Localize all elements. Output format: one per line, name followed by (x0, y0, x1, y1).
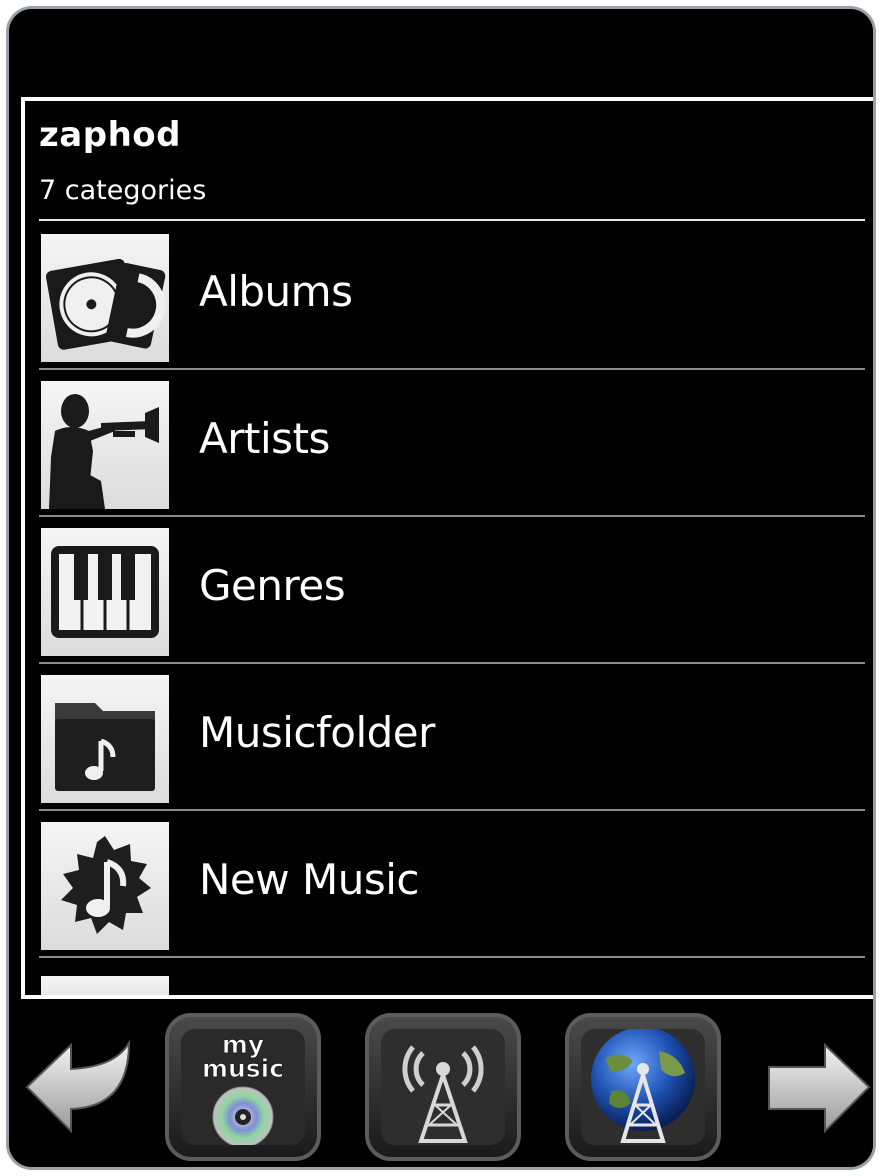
category-item-partial[interactable] (39, 960, 865, 995)
server-name: zaphod (39, 115, 181, 155)
browse-panel: zaphod 7 categories Albums Artists Genre… (21, 97, 873, 999)
category-item-genres[interactable]: Genres (39, 519, 865, 664)
category-label: Albums (199, 267, 353, 316)
category-item-new-music[interactable]: New Music (39, 813, 865, 958)
category-label: New Music (199, 855, 419, 904)
title-bar (9, 9, 873, 97)
genres-icon (41, 528, 169, 656)
artists-icon (41, 381, 169, 509)
globe-radio-icon (581, 1029, 705, 1145)
my-music-label: my music (201, 1030, 285, 1083)
forward-arrow-icon[interactable] (759, 1029, 873, 1139)
bottom-toolbar: my music (9, 999, 873, 1167)
back-arrow-icon[interactable] (19, 1029, 137, 1139)
app-window: zaphod 7 categories Albums Artists Genre… (6, 6, 876, 1170)
albums-icon (41, 234, 169, 362)
category-item-artists[interactable]: Artists (39, 372, 865, 517)
radio-tower-icon (381, 1029, 505, 1145)
category-label: Musicfolder (199, 708, 435, 757)
device-screen: zaphod 7 categories Albums Artists Genre… (0, 0, 882, 1176)
category-list: Albums Artists Genres Musicfolder New Mu… (39, 225, 865, 995)
new-music-icon (41, 822, 169, 950)
category-count: 7 categories (39, 175, 207, 206)
my-music-icon: my music (181, 1029, 305, 1145)
category-item-albums[interactable]: Albums (39, 225, 865, 370)
category-label: Artists (199, 414, 330, 463)
musicfolder-icon (41, 675, 169, 803)
category-label: Genres (199, 561, 346, 610)
partial-category-icon (41, 976, 169, 995)
category-item-musicfolder[interactable]: Musicfolder (39, 666, 865, 811)
panel-header: zaphod 7 categories (39, 109, 865, 221)
my-music-button[interactable]: my music (165, 1013, 321, 1161)
internet-radio-button[interactable] (565, 1013, 721, 1161)
local-radio-button[interactable] (365, 1013, 521, 1161)
